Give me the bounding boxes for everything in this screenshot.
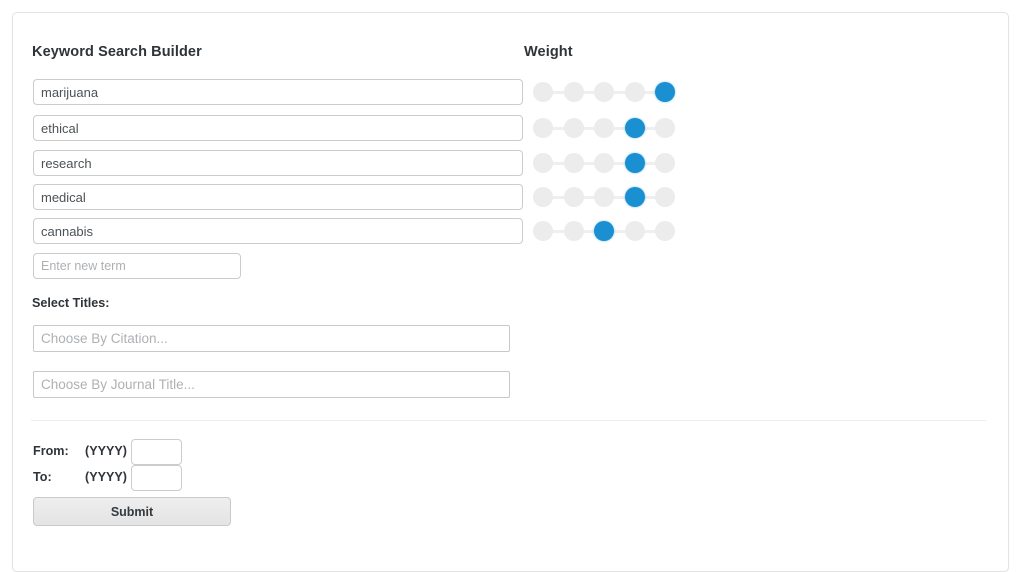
submit-button[interactable]: Submit	[33, 497, 231, 526]
new-term-input[interactable]	[33, 253, 241, 279]
weight-slider-step[interactable]	[533, 187, 553, 207]
date-from-input[interactable]	[131, 439, 182, 465]
weight-slider[interactable]	[533, 81, 676, 103]
weight-slider-step[interactable]	[533, 82, 553, 102]
weight-slider-step[interactable]	[533, 221, 553, 241]
select-titles-label: Select Titles:	[32, 296, 110, 310]
weight-slider[interactable]	[533, 152, 676, 174]
keyword-input[interactable]	[33, 184, 523, 210]
date-to-input[interactable]	[131, 465, 182, 491]
weight-slider-step[interactable]	[563, 153, 584, 173]
weight-slider-step[interactable]	[655, 221, 675, 241]
weight-slider-step[interactable]	[594, 118, 614, 138]
weight-slider-handle[interactable]	[624, 187, 645, 207]
weight-slider[interactable]	[533, 186, 676, 208]
keyword-section-title: Keyword Search Builder	[32, 44, 202, 60]
weight-section-title: Weight	[524, 44, 573, 60]
weight-slider-step[interactable]	[563, 118, 584, 138]
search-builder-card: Keyword Search Builder Weight Select Tit…	[12, 12, 1009, 572]
weight-slider-handle[interactable]	[655, 82, 675, 102]
weight-slider-handle[interactable]	[624, 118, 645, 138]
weight-slider-step[interactable]	[563, 221, 584, 241]
weight-slider-handle[interactable]	[594, 221, 614, 241]
keyword-input[interactable]	[33, 150, 523, 176]
weight-slider-step[interactable]	[624, 221, 645, 241]
weight-slider-step[interactable]	[533, 118, 553, 138]
weight-slider[interactable]	[533, 117, 676, 139]
weight-slider-step[interactable]	[655, 118, 675, 138]
weight-slider-step[interactable]	[624, 82, 645, 102]
date-from-label: From:	[33, 444, 69, 458]
date-from-format: (YYYY)	[85, 444, 127, 458]
date-to-label: To:	[33, 470, 52, 484]
choose-by-citation-input[interactable]	[33, 325, 510, 352]
keyword-input[interactable]	[33, 115, 523, 141]
weight-slider-step[interactable]	[594, 153, 614, 173]
section-divider	[31, 420, 986, 421]
weight-slider-step[interactable]	[563, 82, 584, 102]
weight-slider-step[interactable]	[655, 187, 675, 207]
keyword-input[interactable]	[33, 218, 523, 244]
weight-slider-step[interactable]	[533, 153, 553, 173]
keyword-input[interactable]	[33, 79, 523, 105]
weight-slider-step[interactable]	[655, 153, 675, 173]
weight-slider-step[interactable]	[563, 187, 584, 207]
choose-by-journal-title-input[interactable]	[33, 371, 510, 398]
weight-slider-step[interactable]	[594, 82, 614, 102]
date-to-format: (YYYY)	[85, 470, 127, 484]
weight-slider-step[interactable]	[594, 187, 614, 207]
weight-slider-handle[interactable]	[624, 153, 645, 173]
weight-slider[interactable]	[533, 220, 676, 242]
